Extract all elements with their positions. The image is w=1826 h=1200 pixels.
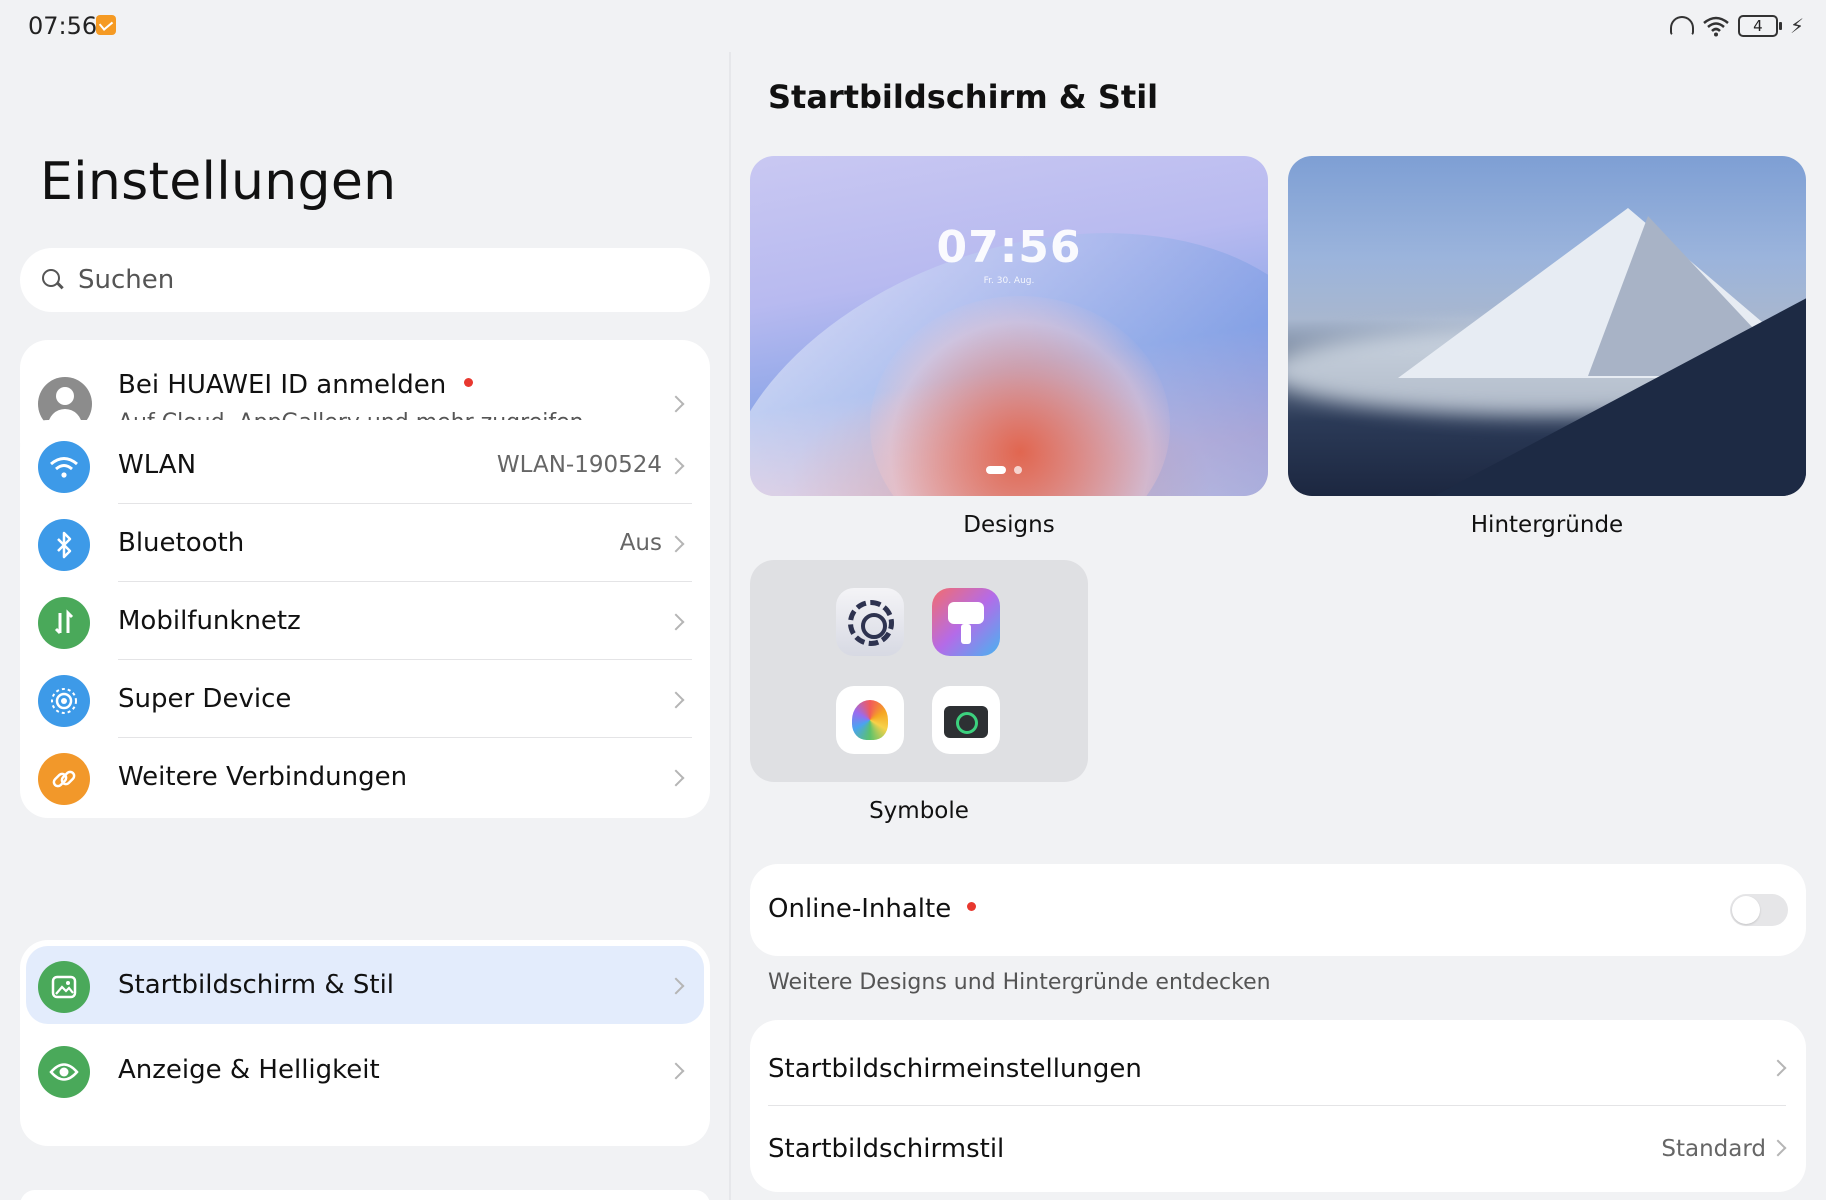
wlan-network-name: WLAN-190524 (496, 452, 662, 478)
link-icon (38, 753, 90, 805)
home-screen-style-item[interactable]: Startbildschirmstil Standard (750, 1106, 1806, 1186)
notification-dot (967, 902, 977, 911)
chevron-right-icon (667, 1062, 685, 1080)
status-time: 07:56 (28, 12, 98, 40)
designs-tile[interactable]: 07:56 Fr. 30. Aug. (750, 156, 1268, 496)
chevron-right-icon (667, 769, 685, 787)
bluetooth-status: Aus (619, 530, 662, 556)
search-bar[interactable] (20, 248, 710, 312)
speed-icon (1669, 16, 1694, 36)
sidebar-item-label: Mobilfunknetz (118, 606, 301, 636)
notification-icon (96, 15, 116, 35)
icons-label: Symbole (869, 798, 969, 824)
page-title: Einstellungen (40, 152, 397, 212)
sidebar-item-home-screen-style[interactable]: Startbildschirm & Stil (26, 946, 704, 1024)
icons-tile[interactable] (750, 560, 1088, 782)
sidebar-item-label: Startbildschirm & Stil (118, 970, 395, 1000)
sidebar-item-label: Weitere Verbindungen (118, 762, 408, 792)
designs-label: Designs (963, 512, 1055, 538)
search-input[interactable] (78, 265, 678, 295)
bluetooth-icon (38, 519, 90, 571)
chevron-right-icon (667, 613, 685, 631)
super-device-icon (38, 675, 90, 727)
preview-clock: 07:56 (936, 222, 1082, 273)
themes-app-icon (932, 588, 1000, 656)
eye-icon (38, 1046, 90, 1098)
home-screen-style-label: Startbildschirmstil (768, 1134, 1005, 1164)
connectivity-card: WLAN WLAN-190524 Bluetooth Aus Mobilfunk… (20, 420, 710, 818)
online-content-card: Online-Inhalte (750, 864, 1806, 956)
sidebar-item-super-device[interactable]: Super Device (20, 660, 710, 738)
wallpapers-tile[interactable] (1288, 156, 1806, 496)
sidebar-item-wlan[interactable]: WLAN WLAN-190524 (20, 426, 710, 504)
gallery-app-icon (836, 686, 904, 754)
chevron-right-icon (667, 457, 685, 475)
home-screen-settings-card: Startbildschirmeinstellungen Startbildsc… (750, 1020, 1806, 1192)
wallpapers-label: Hintergründe (1470, 512, 1624, 538)
sidebar-item-more-connections[interactable]: Weitere Verbindungen (20, 738, 710, 816)
sidebar-item-label: Bluetooth (118, 528, 245, 558)
online-content-toggle[interactable] (1730, 894, 1788, 926)
display-card: Startbildschirm & Stil Anzeige & Helligk… (20, 940, 710, 1146)
home-screen-settings-label: Startbildschirmeinstellungen (768, 1054, 1142, 1084)
image-icon (38, 961, 90, 1013)
sidebar-item-label: WLAN (118, 450, 197, 480)
chevron-right-icon (1769, 1139, 1787, 1157)
battery-icon: 4 (1737, 15, 1782, 37)
chevron-right-icon (667, 691, 685, 709)
detail-title: Startbildschirm & Stil (768, 78, 1159, 116)
online-content-label: Online-Inhalte (768, 894, 977, 924)
chevron-right-icon (667, 535, 685, 553)
notification-dot (464, 378, 474, 387)
sidebar-item-label: Anzeige & Helligkeit (118, 1055, 380, 1085)
chevron-right-icon (1769, 1059, 1787, 1077)
sidebar-item-label: Super Device (118, 684, 292, 714)
account-title: Bei HUAWEI ID anmelden (118, 370, 474, 400)
sidebar-item-display-brightness[interactable]: Anzeige & Helligkeit (20, 1030, 710, 1108)
settings-sidebar: Einstellungen Bei HUAWEI ID anmelden Auf… (0, 52, 728, 1200)
pane-divider (729, 52, 731, 1200)
page-dot-active (986, 466, 1006, 474)
sidebar-item-mobile-network[interactable]: Mobilfunknetz (20, 582, 710, 660)
settings-app-icon (836, 588, 904, 656)
chevron-right-icon (667, 977, 685, 995)
mobile-data-icon (38, 597, 90, 649)
home-screen-settings-item[interactable]: Startbildschirmeinstellungen (750, 1026, 1806, 1106)
status-bar: 07:56 4 ⚡ (0, 0, 1826, 52)
search-icon (42, 269, 64, 291)
page-indicator (986, 466, 1022, 474)
camera-app-icon (932, 686, 1000, 754)
page-dot (1014, 466, 1022, 474)
home-screen-style-value: Standard (1661, 1136, 1766, 1162)
sidebar-item-bluetooth[interactable]: Bluetooth Aus (20, 504, 710, 582)
online-content-hint: Weitere Designs und Hintergründe entdeck… (768, 970, 1271, 995)
wifi-icon (38, 441, 90, 493)
next-settings-card (20, 1190, 710, 1200)
wifi-status-icon (1703, 16, 1729, 37)
status-icons: 4 ⚡ (1669, 14, 1804, 38)
charging-icon: ⚡ (1789, 14, 1804, 38)
chevron-right-icon (667, 395, 685, 413)
preview-date: Fr. 30. Aug. (983, 276, 1035, 286)
